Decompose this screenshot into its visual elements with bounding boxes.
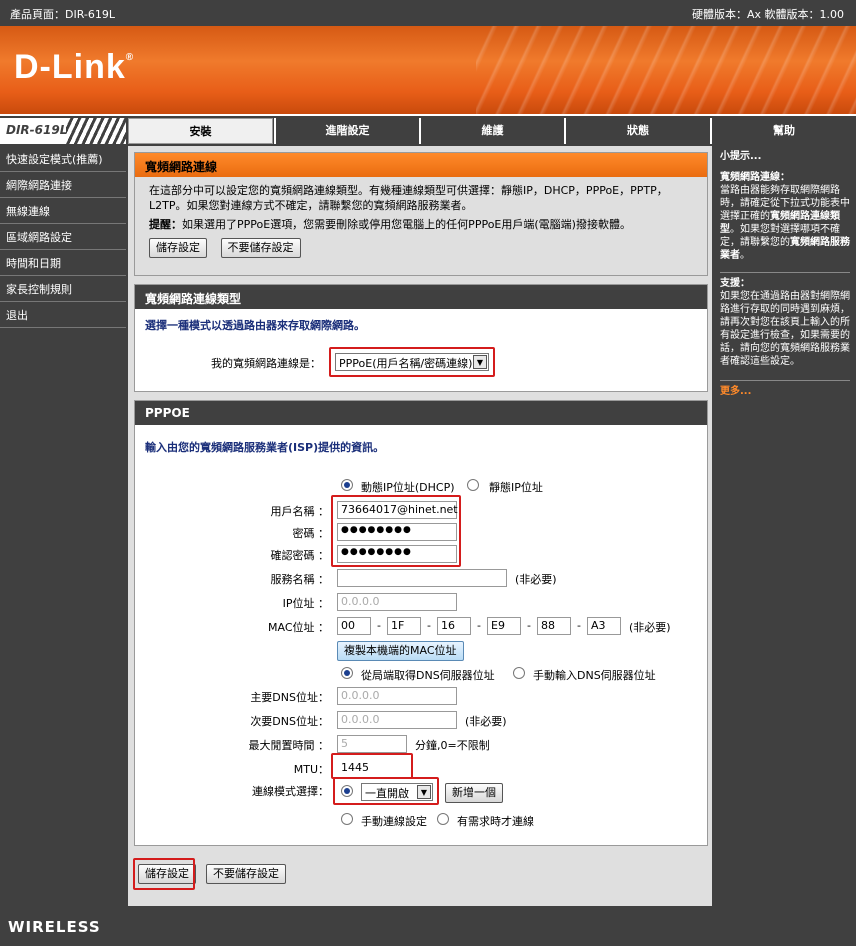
menu-item-parental[interactable]: 家長控制規則 — [0, 276, 126, 302]
connect-mode-label: 連線模式選擇： — [252, 785, 329, 798]
mac-octet-2[interactable]: 1F — [387, 617, 421, 635]
wireless-logo: WIRELESS — [8, 918, 101, 936]
connection-type-label: 我的寬頻網路連線是： — [211, 357, 321, 370]
footer: WIRELESS — [0, 906, 856, 946]
tab-status[interactable]: 狀態 — [564, 118, 710, 144]
menu-item-wizard[interactable]: 快速設定模式(推薦) — [0, 146, 126, 172]
confirm-password-label: 確認密碼 ： — [270, 549, 330, 562]
section-note: 提醒：如果選用了PPPoE選項，您需要刪除或停用您電腦上的任何PPPoE用戶端(… — [149, 218, 631, 231]
product-page-text: 產品頁面：DIR-619L — [10, 8, 116, 21]
clone-mac-button[interactable]: 複製本機端的MAC位址 — [337, 641, 464, 661]
mac-octet-4[interactable]: E9 — [487, 617, 521, 635]
dns-manual-radio[interactable] — [513, 667, 525, 679]
model-slash-decor — [66, 118, 126, 144]
secondary-dns-label: 次要DNS位址： — [250, 715, 329, 728]
main-content: 寬頻網路連線 在這部分中可以設定您的寬頻網路連線類型。有幾種連線類型可供選擇：靜… — [128, 146, 712, 906]
menu-item-wireless[interactable]: 無線連線 — [0, 198, 126, 224]
tab-maintenance[interactable]: 維護 — [419, 118, 564, 144]
mac-octet-3[interactable]: 16 — [437, 617, 471, 635]
connection-type-box: 寬頻網路連線類型 選擇一種模式以透過路由器來存取網際網路。 我的寬頻網路連線是：… — [134, 284, 708, 392]
on-demand-radio[interactable] — [437, 813, 449, 825]
idle-time-unit: 分鐘,0=不限制 — [415, 739, 490, 752]
main-navigation: DIR-619L 安裝 進階設定 維護 狀態 幫助 — [0, 118, 856, 144]
pppoe-box: PPPOE 輸入由您的寬頻網路服務業者(ISP)提供的資訊。 動態IP位址(DH… — [134, 400, 708, 846]
highlight-box — [333, 777, 439, 805]
optional-note: (非必要) — [629, 621, 671, 634]
idle-time-label: 最大閒置時間 ： — [248, 739, 330, 752]
hints-title: 小提示... — [720, 151, 762, 162]
pppoe-subtitle: 輸入由您的寬頻網路服務業者(ISP)提供的資訊。 — [145, 441, 385, 454]
hint-support: 支援： 如果您在通過路由器對網際網路進行存取的同時遇到麻煩，請再次對您在該頁上輸… — [720, 272, 850, 368]
tab-help[interactable]: 幫助 — [710, 118, 856, 144]
hints-panel: 小提示... 寬頻網路連線： 當路由器能夠存取網際網路時，請確定從下拉式功能表中… — [714, 146, 856, 906]
dns-auto-label: 從局端取得DNS伺服器位址 — [361, 669, 495, 682]
add-schedule-button[interactable]: 新增一個 — [445, 783, 503, 803]
menu-item-time[interactable]: 時間和日期 — [0, 250, 126, 276]
banner-stripes — [476, 26, 856, 114]
section-title: 寬頻網路連線類型 — [135, 285, 707, 309]
static-ip-label: 靜態IP位址 — [489, 481, 543, 494]
connection-type-subtitle: 選擇一種模式以透過路由器來存取網際網路。 — [145, 319, 365, 332]
primary-dns-input[interactable]: 0.0.0.0 — [337, 687, 457, 705]
menu-item-internet[interactable]: 網際網路連接 — [0, 172, 126, 198]
menu-item-logout[interactable]: 退出 — [0, 302, 126, 328]
dns-auto-radio[interactable] — [341, 667, 353, 679]
ip-address-label: IP位址 ： — [282, 597, 329, 610]
mac-octet-5[interactable]: 88 — [537, 617, 571, 635]
hint-connection: 寬頻網路連線： 當路由器能夠存取網際網路時，請確定從下拉式功能表中選擇正確的寬頻… — [720, 172, 850, 261]
mac-octet-1[interactable]: 00 — [337, 617, 371, 635]
section-title: PPPOE — [135, 401, 707, 425]
highlight-box — [133, 858, 195, 890]
highlight-box — [329, 347, 495, 377]
header-banner: D-Link® — [0, 26, 856, 116]
mac-address-label: MAC位址 ： — [268, 621, 329, 634]
internet-connection-box: 寬頻網路連線 在這部分中可以設定您的寬頻網路連線類型。有幾種連線類型可供選擇：靜… — [134, 152, 708, 276]
secondary-dns-input[interactable]: 0.0.0.0 — [337, 711, 457, 729]
ip-address-input[interactable]: 0.0.0.0 — [337, 593, 457, 611]
mac-separator: - — [527, 619, 531, 632]
mtu-label: MTU： — [293, 763, 329, 776]
top-info-bar: 產品頁面：DIR-619L 硬體版本：Ax 軟體版本：1.00 — [0, 0, 856, 26]
username-label: 用戶名稱 ： — [270, 505, 330, 518]
section-description: 在這部分中可以設定您的寬頻網路連線類型。有幾種連線類型可供選擇：靜態IP，DHC… — [149, 184, 668, 212]
idle-time-input[interactable]: 5 — [337, 735, 407, 753]
optional-note: (非必要) — [465, 715, 507, 728]
service-name-input[interactable] — [337, 569, 507, 587]
section-title: 寬頻網路連線 — [135, 153, 707, 177]
optional-note: (非必要) — [515, 573, 557, 586]
dlink-logo: D-Link® — [14, 48, 135, 86]
tab-setup[interactable]: 安裝 — [128, 118, 273, 144]
mac-separator: - — [377, 619, 381, 632]
dont-save-button-bottom[interactable]: 不要儲存設定 — [206, 864, 286, 884]
password-label: 密碼 ： — [292, 527, 330, 540]
model-badge: DIR-619L — [0, 118, 126, 144]
on-demand-label: 有需求時才連線 — [457, 815, 534, 828]
save-button-top[interactable]: 儲存設定 — [149, 238, 207, 258]
static-ip-radio[interactable] — [467, 479, 479, 491]
highlight-box — [331, 753, 413, 779]
model-name: DIR-619L — [6, 123, 68, 137]
menu-item-lan[interactable]: 區域網路設定 — [0, 224, 126, 250]
dhcp-radio[interactable] — [341, 479, 353, 491]
mac-octet-6[interactable]: A3 — [587, 617, 621, 635]
tab-advanced[interactable]: 進階設定 — [274, 118, 419, 144]
dont-save-button-top[interactable]: 不要儲存設定 — [220, 238, 301, 258]
mac-separator: - — [577, 619, 581, 632]
left-menu: 快速設定模式(推薦) 網際網路連接 無線連線 區域網路設定 時間和日期 家長控制… — [0, 146, 126, 328]
highlight-box — [331, 495, 461, 567]
manual-connect-label: 手動連線設定 — [361, 815, 427, 828]
service-name-label: 服務名稱 ： — [270, 573, 330, 586]
dhcp-label: 動態IP位址(DHCP) — [361, 481, 455, 494]
mac-separator: - — [477, 619, 481, 632]
manual-connect-radio[interactable] — [341, 813, 353, 825]
primary-dns-label: 主要DNS位址： — [250, 691, 329, 704]
dns-manual-label: 手動輸入DNS伺服器位址 — [533, 669, 656, 682]
more-link[interactable]: 更多... — [720, 380, 850, 398]
version-text: 硬體版本：Ax 軟體版本：1.00 — [691, 8, 844, 21]
mac-separator: - — [427, 619, 431, 632]
